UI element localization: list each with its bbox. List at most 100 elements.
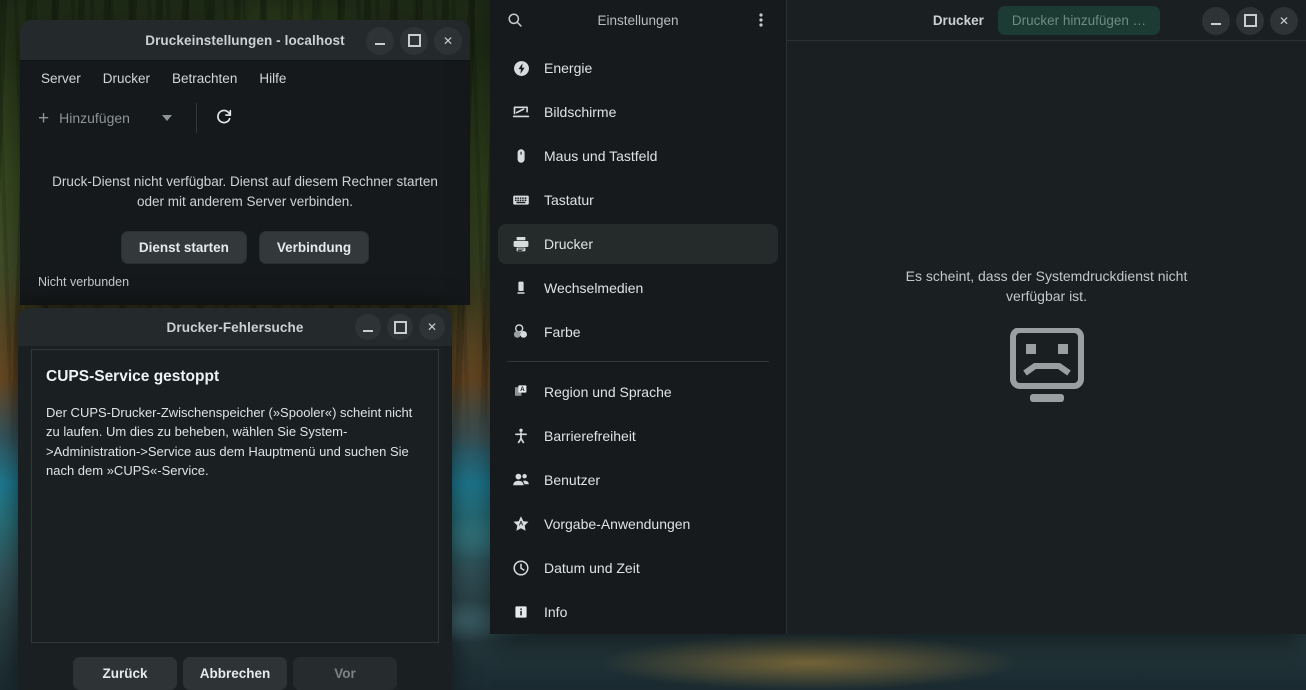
troubleshoot-page-body: Der CUPS-Drucker-Zwischenspeicher (»Spoo… — [46, 403, 424, 480]
content-title: Drucker — [933, 13, 984, 28]
service-unavailable-message: Druck-Dienst nicht verfügbar. Dienst auf… — [42, 172, 448, 211]
print-settings-titlebar[interactable]: Druckeinstellungen - localhost — [20, 20, 470, 61]
print-settings-menubar: Server Drucker Betrachten Hilfe — [20, 61, 470, 94]
sidebar-label: Drucker — [544, 236, 593, 252]
sidebar-label: Maus und Tastfeld — [544, 148, 657, 164]
minimize-icon[interactable] — [366, 27, 394, 55]
mouse-icon — [512, 147, 530, 165]
sidebar-divider — [507, 361, 769, 362]
sidebar-item-barrierefreiheit[interactable]: Barrierefreiheit — [498, 416, 778, 456]
troubleshoot-title: Drucker-Fehlersuche — [167, 320, 304, 335]
sidebar-item-energie[interactable]: Energie — [498, 48, 778, 88]
sidebar-label: Vorgabe-Anwendungen — [544, 516, 690, 532]
add-printer-label: Hinzufügen — [59, 110, 130, 126]
sad-computer-icon — [1008, 328, 1086, 409]
add-printer-button: Drucker hinzufügen … — [998, 6, 1160, 35]
maximize-icon[interactable] — [387, 314, 413, 340]
settings-title: Einstellungen — [526, 13, 750, 28]
sidebar-label: Info — [544, 604, 567, 620]
gnome-settings-window: Einstellungen Energie — [490, 0, 1306, 634]
toolbar-separator — [196, 103, 197, 133]
sidebar-item-drucker[interactable]: Drucker — [498, 224, 778, 264]
sidebar-item-maus-und-tastfeld[interactable]: Maus und Tastfeld — [498, 136, 778, 176]
sidebar-label: Farbe — [544, 324, 581, 340]
start-service-button[interactable]: Dienst starten — [121, 231, 247, 264]
sidebar-item-tastatur[interactable]: Tastatur — [498, 180, 778, 220]
keyboard-icon — [512, 191, 530, 209]
sidebar-label: Bildschirme — [544, 104, 616, 120]
sidebar-item-region-und-sprache[interactable]: A Region und Sprache — [498, 372, 778, 412]
menu-server[interactable]: Server — [30, 67, 92, 90]
users-icon — [512, 471, 530, 489]
sidebar-label: Wechselmedien — [544, 280, 643, 296]
cancel-button[interactable]: Abbrechen — [183, 657, 287, 690]
svg-text:A: A — [519, 522, 524, 528]
printer-troubleshoot-window: Drucker-Fehlersuche CUPS-Service gestopp… — [18, 308, 452, 690]
print-settings-window-controls — [366, 20, 462, 61]
sidebar-label: Region und Sprache — [544, 384, 672, 400]
sidebar-label: Datum und Zeit — [544, 560, 640, 576]
plus-icon: + — [38, 109, 49, 128]
menu-hilfe[interactable]: Hilfe — [248, 67, 297, 90]
sidebar-item-wechselmedien[interactable]: Wechselmedien — [498, 268, 778, 308]
troubleshoot-textview: CUPS-Service gestoppt Der CUPS-Drucker-Z… — [31, 349, 439, 643]
settings-sidebar-header: Einstellungen — [490, 0, 786, 40]
kebab-menu-icon[interactable] — [750, 12, 772, 28]
chevron-down-icon[interactable] — [162, 115, 172, 121]
print-settings-statusbar: Nicht verbunden — [20, 273, 470, 305]
settings-content-body: Es scheint, dass der Systemdruckdienst n… — [787, 41, 1306, 634]
menu-drucker[interactable]: Drucker — [92, 67, 161, 90]
settings-sidebar: Einstellungen Energie — [490, 0, 787, 634]
sidebar-item-info[interactable]: Info — [498, 592, 778, 632]
close-icon[interactable] — [434, 27, 462, 55]
connection-status-text: Nicht verbunden — [38, 275, 129, 289]
sidebar-item-bildschirme[interactable]: Bildschirme — [498, 92, 778, 132]
display-icon — [512, 103, 530, 121]
close-icon[interactable] — [419, 314, 445, 340]
sidebar-item-datum-und-zeit[interactable]: Datum und Zeit — [498, 548, 778, 588]
close-icon[interactable] — [1270, 7, 1298, 35]
language-icon: A — [512, 383, 530, 401]
maximize-icon[interactable] — [400, 27, 428, 55]
refresh-icon[interactable] — [215, 108, 233, 129]
troubleshoot-window-controls — [355, 308, 445, 346]
connection-button[interactable]: Verbindung — [259, 231, 369, 264]
removable-media-icon — [512, 279, 530, 297]
info-icon — [512, 603, 530, 621]
minimize-icon[interactable] — [355, 314, 381, 340]
printer-icon — [512, 235, 530, 253]
sidebar-item-vorgabe-anwendungen[interactable]: A Vorgabe-Anwendungen — [498, 504, 778, 544]
sidebar-item-benutzer[interactable]: Benutzer — [498, 460, 778, 500]
search-icon[interactable] — [504, 12, 526, 28]
power-icon — [512, 59, 530, 77]
troubleshoot-titlebar[interactable]: Drucker-Fehlersuche — [18, 308, 452, 346]
troubleshoot-page-heading: CUPS-Service gestoppt — [46, 368, 424, 386]
print-settings-window: Druckeinstellungen - localhost Server Dr… — [20, 20, 470, 305]
printer-empty-message: Es scheint, dass der Systemdruckdienst n… — [882, 266, 1212, 307]
settings-window-controls — [1202, 0, 1298, 41]
forward-button: Vor — [293, 657, 397, 690]
print-settings-body: Druck-Dienst nicht verfügbar. Dienst auf… — [20, 142, 470, 264]
sidebar-label: Benutzer — [544, 472, 600, 488]
troubleshoot-actions: Zurück Abbrechen Vor — [18, 657, 452, 690]
sidebar-label: Energie — [544, 60, 592, 76]
settings-content-pane: Drucker Drucker hinzufügen … Es scheint,… — [787, 0, 1306, 634]
sidebar-item-farbe[interactable]: Farbe — [498, 312, 778, 352]
svg-text:A: A — [520, 386, 525, 393]
print-settings-toolbar: + Hinzufügen — [20, 94, 470, 142]
print-settings-title: Druckeinstellungen - localhost — [145, 33, 345, 48]
print-settings-actions: Dienst starten Verbindung — [42, 231, 448, 264]
back-button[interactable]: Zurück — [73, 657, 177, 690]
sidebar-label: Barrierefreiheit — [544, 428, 636, 444]
sidebar-label: Tastatur — [544, 192, 594, 208]
minimize-icon[interactable] — [1202, 7, 1230, 35]
default-apps-star-icon: A — [512, 515, 530, 533]
maximize-icon[interactable] — [1236, 7, 1264, 35]
menu-betrachten[interactable]: Betrachten — [161, 67, 248, 90]
settings-sidebar-list: Energie Bildschirme Maus und Tastfeld — [490, 40, 786, 634]
accessibility-icon — [512, 427, 530, 445]
color-icon — [512, 323, 530, 341]
settings-content-header[interactable]: Drucker Drucker hinzufügen … — [787, 0, 1306, 41]
clock-icon — [512, 559, 530, 577]
add-printer-toolbar-button[interactable]: + Hinzufügen — [32, 105, 178, 132]
